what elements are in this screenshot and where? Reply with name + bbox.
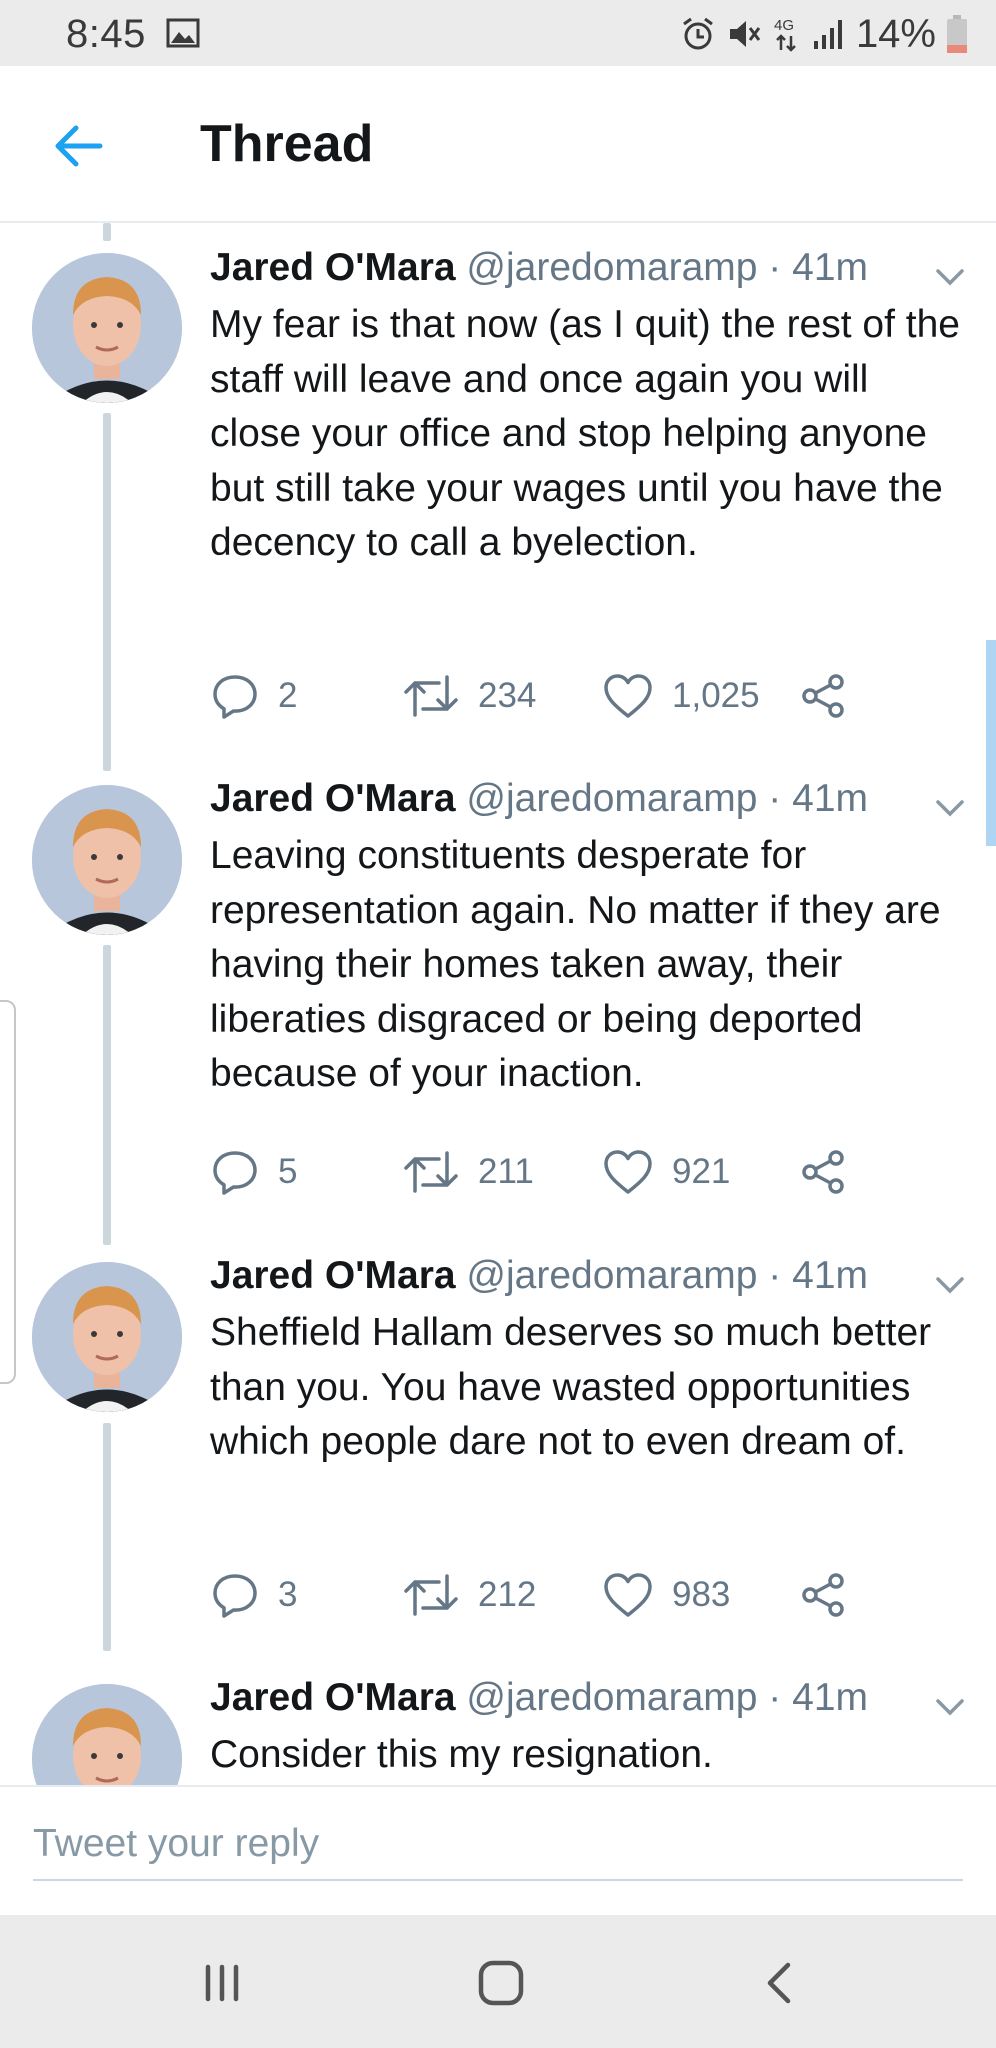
chevron-down-icon[interactable]	[932, 265, 968, 289]
reply-button[interactable]: 2	[210, 666, 297, 726]
reply-composer	[0, 1785, 996, 1917]
status-bar: 8:45 4G 14%	[0, 0, 996, 66]
reply-count: 2	[278, 676, 298, 715]
alarm-icon	[683, 17, 713, 50]
author-handle[interactable]: @jaredomaramp	[466, 1676, 757, 1719]
profile-photo	[32, 1684, 182, 1785]
reply-button[interactable]: 5	[210, 1142, 297, 1202]
thread-line	[103, 945, 111, 1245]
like-count: 1,025	[672, 676, 760, 715]
author-name[interactable]: Jared O'Mara	[210, 1676, 456, 1719]
speech-bubble-icon	[213, 675, 257, 719]
edge-panel-handle[interactable]	[0, 1000, 16, 1384]
network-4g-icon: 4G	[774, 17, 796, 52]
share-button[interactable]	[798, 666, 848, 726]
recent-apps-icon[interactable]	[192, 1953, 252, 2013]
thread-line	[103, 413, 111, 771]
tweet-text: Sheffield Hallam deserves so much better…	[210, 1311, 932, 1463]
like-button[interactable]: 983	[602, 1565, 730, 1625]
timestamp: 41m	[792, 1254, 869, 1297]
timestamp: 41m	[792, 246, 869, 289]
chevron-down-icon[interactable]	[932, 1273, 968, 1297]
like-count: 983	[672, 1575, 731, 1614]
mute-icon	[729, 21, 761, 47]
status-icons: 4G 14%	[680, 12, 968, 56]
author-name[interactable]: Jared O'Mara	[210, 1254, 456, 1297]
reply-input[interactable]	[33, 1809, 963, 1881]
tweet-header: Jared O'Mara @jaredomaramp · 41m	[210, 1676, 868, 1720]
profile-photo	[32, 253, 182, 403]
speech-bubble-icon	[213, 1574, 257, 1618]
avatar[interactable]	[32, 1262, 182, 1412]
heart-icon	[604, 1573, 652, 1617]
reply-button[interactable]: 3	[210, 1565, 297, 1625]
share-icon	[802, 1573, 844, 1617]
author-handle[interactable]: @jaredomaramp	[466, 1254, 757, 1297]
tweet-text: Leaving constituents desperate for repre…	[210, 834, 941, 1095]
timestamp: 41m	[792, 777, 869, 820]
author-handle[interactable]: @jaredomaramp	[466, 246, 757, 289]
retweet-button[interactable]: 234	[402, 666, 536, 726]
author-name[interactable]: Jared O'Mara	[210, 246, 456, 289]
scrollbar-thumb[interactable]	[986, 640, 996, 846]
app-header: Thread	[0, 66, 996, 223]
retweet-icon	[404, 1151, 458, 1193]
tweet-text: Consider this my resignation.	[210, 1733, 713, 1776]
back-chevron-icon[interactable]	[750, 1953, 810, 2013]
share-button[interactable]	[798, 1565, 848, 1625]
chevron-down-icon[interactable]	[932, 796, 968, 820]
tweet-header: Jared O'Mara @jaredomaramp · 41m	[210, 1254, 868, 1298]
profile-photo	[32, 785, 182, 935]
retweet-icon	[404, 675, 458, 717]
battery-icon	[947, 15, 967, 53]
retweet-count: 212	[478, 1575, 537, 1614]
like-count: 921	[672, 1152, 731, 1191]
signal-icon	[813, 20, 842, 49]
speech-bubble-icon	[213, 1151, 257, 1195]
separator-dot: ·	[768, 246, 782, 289]
home-icon[interactable]	[471, 1953, 531, 2013]
separator-dot: ·	[768, 777, 782, 820]
author-handle[interactable]: @jaredomaramp	[466, 777, 757, 820]
tweet-thread[interactable]: Jared O'Mara @jaredomaramp · 41m My fear…	[0, 223, 996, 1785]
page-title: Thread	[200, 115, 374, 173]
gallery-notification-icon	[166, 18, 200, 48]
network-label: 4G	[774, 17, 794, 34]
avatar[interactable]	[32, 253, 182, 403]
tweet-header: Jared O'Mara @jaredomaramp · 41m	[210, 777, 868, 821]
separator-dot: ·	[768, 1676, 782, 1719]
heart-icon	[604, 674, 652, 718]
status-time: 8:45	[66, 12, 146, 56]
tweet-text: My fear is that now (as I quit) the rest…	[210, 303, 960, 564]
chevron-down-icon[interactable]	[932, 1695, 968, 1719]
battery-percentage: 14%	[855, 11, 936, 56]
retweet-count: 234	[478, 676, 537, 715]
share-icon	[802, 674, 844, 718]
retweet-button[interactable]: 212	[402, 1565, 536, 1625]
share-icon	[802, 1150, 844, 1194]
heart-icon	[604, 1150, 652, 1194]
reply-count: 5	[278, 1152, 298, 1191]
retweet-icon	[404, 1574, 458, 1616]
avatar[interactable]	[32, 785, 182, 935]
back-arrow-icon[interactable]	[48, 116, 108, 176]
avatar[interactable]	[32, 1684, 182, 1785]
thread-line	[103, 1423, 111, 1651]
like-button[interactable]: 1,025	[602, 666, 760, 726]
reply-count: 3	[278, 1575, 298, 1614]
system-navigation-bar	[0, 1915, 996, 2048]
timestamp: 41m	[792, 1676, 869, 1719]
thread-line	[103, 223, 111, 241]
tweet-header: Jared O'Mara @jaredomaramp · 41m	[210, 246, 868, 290]
like-button[interactable]: 921	[602, 1142, 730, 1202]
profile-photo	[32, 1262, 182, 1412]
retweet-count: 211	[478, 1152, 534, 1191]
retweet-button[interactable]: 211	[402, 1142, 534, 1202]
share-button[interactable]	[798, 1142, 848, 1202]
separator-dot: ·	[768, 1254, 782, 1297]
author-name[interactable]: Jared O'Mara	[210, 777, 456, 820]
